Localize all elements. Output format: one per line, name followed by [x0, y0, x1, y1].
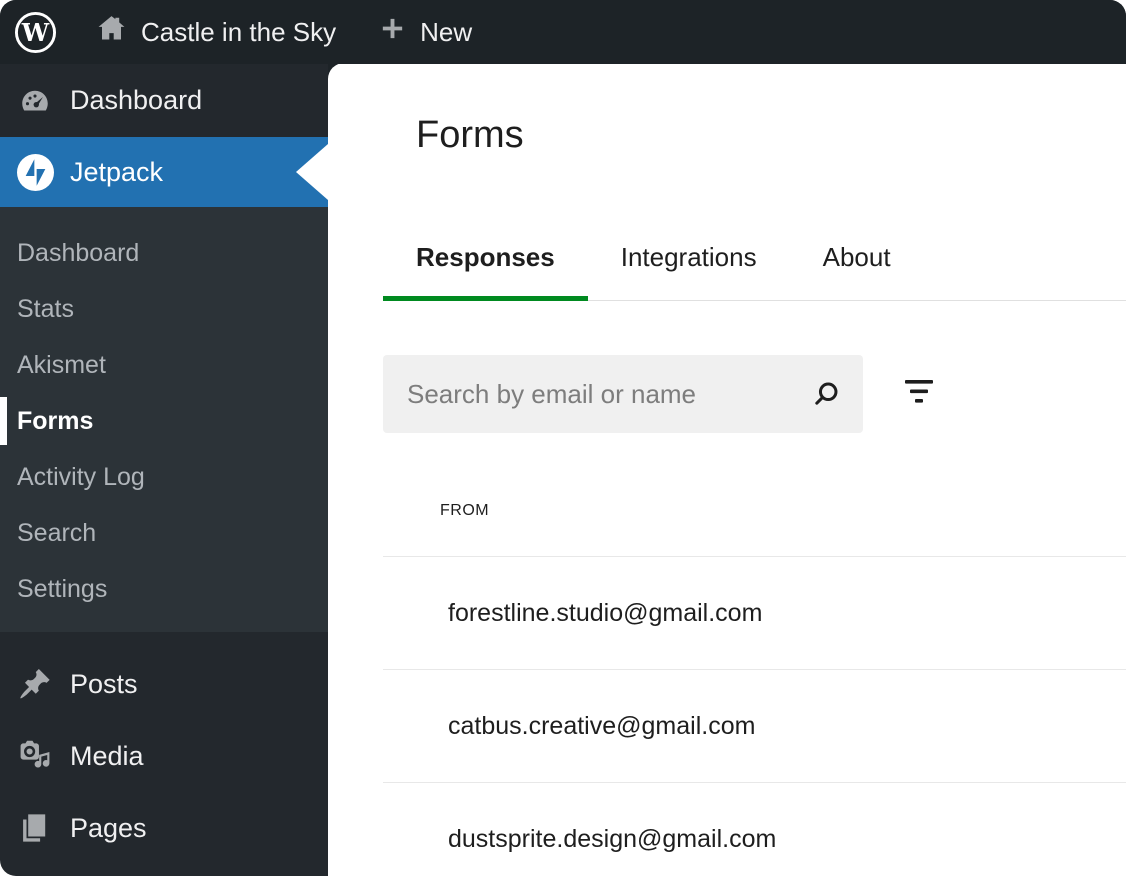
tab-bar: Responses Integrations About: [383, 218, 1126, 301]
submenu-item-akismet[interactable]: Akismet: [0, 337, 328, 393]
pushpin-icon: [0, 667, 70, 701]
sidebar-item-label: Pages: [70, 813, 147, 844]
filter-icon: [904, 379, 934, 409]
submenu-label: Activity Log: [17, 463, 145, 492]
sidebar-item-label: Posts: [70, 669, 138, 700]
search-icon[interactable]: [807, 375, 845, 418]
admin-sidebar: Dashboard Jetpack Dashboard Stats Akisme…: [0, 64, 328, 876]
stacked-pages-icon: [0, 811, 70, 845]
table-header-row: FROM: [383, 502, 1126, 557]
filter-button[interactable]: [898, 373, 940, 415]
jetpack-icon: [0, 154, 70, 191]
forms-page: Forms Responses Integrations About: [328, 63, 1126, 876]
table-row[interactable]: forestline.studio@gmail.com: [383, 557, 1126, 670]
submenu-item-forms[interactable]: Forms: [0, 393, 328, 449]
sidebar-item-jetpack[interactable]: Jetpack: [0, 137, 328, 207]
submenu-label: Dashboard: [17, 239, 139, 268]
table-row[interactable]: catbus.creative@gmail.com: [383, 670, 1126, 783]
search-box: [383, 355, 863, 433]
response-from-email: catbus.creative@gmail.com: [448, 712, 755, 741]
submenu-item-dashboard[interactable]: Dashboard: [0, 225, 328, 281]
sidebar-item-dashboard[interactable]: Dashboard: [0, 64, 328, 137]
responses-toolbar: [383, 355, 1126, 433]
submenu-label: Search: [17, 519, 96, 548]
page-title: Forms: [416, 116, 1126, 154]
submenu-label: Settings: [17, 575, 107, 604]
search-input[interactable]: [383, 355, 863, 433]
sidebar-item-pages[interactable]: Pages: [0, 792, 328, 864]
sidebar-item-posts[interactable]: Posts: [0, 648, 328, 720]
sidebar-item-label: Media: [70, 741, 144, 772]
submenu-label: Akismet: [17, 351, 106, 380]
response-from-email: dustsprite.design@gmail.com: [448, 825, 776, 854]
tab-about[interactable]: About: [790, 218, 924, 300]
admin-bar: W Castle in the Sky New: [0, 0, 1126, 64]
responses-table: FROM forestline.studio@gmail.com catbus.…: [383, 502, 1126, 876]
sidebar-item-label: Dashboard: [70, 85, 202, 116]
submenu-label: Stats: [17, 295, 74, 324]
tab-responses[interactable]: Responses: [383, 218, 588, 300]
dashboard-gauge-icon: [0, 84, 70, 118]
sidebar-group-content: Posts Media Pages: [0, 648, 328, 864]
sidebar-item-label: Jetpack: [70, 157, 163, 188]
tab-integrations[interactable]: Integrations: [588, 218, 790, 300]
new-label: New: [420, 17, 472, 48]
jetpack-submenu: Dashboard Stats Akismet Forms Activity L…: [0, 207, 328, 632]
camera-music-icon: [0, 738, 70, 774]
current-menu-arrow: [296, 144, 328, 200]
submenu-item-activity-log[interactable]: Activity Log: [0, 449, 328, 505]
table-row[interactable]: dustsprite.design@gmail.com: [383, 783, 1126, 876]
wordpress-admin-screen: W Castle in the Sky New: [0, 0, 1126, 876]
response-from-email: forestline.studio@gmail.com: [448, 599, 762, 628]
svg-text:W: W: [21, 17, 50, 46]
home-icon: [95, 12, 128, 52]
sidebar-item-media[interactable]: Media: [0, 720, 328, 792]
site-name-link[interactable]: Castle in the Sky: [95, 12, 336, 52]
wordpress-logo-icon[interactable]: W: [14, 11, 57, 54]
submenu-item-search[interactable]: Search: [0, 505, 328, 561]
submenu-item-settings[interactable]: Settings: [0, 561, 328, 617]
submenu-item-stats[interactable]: Stats: [0, 281, 328, 337]
plus-icon: [378, 14, 407, 50]
new-button[interactable]: New: [378, 14, 472, 50]
submenu-label: Forms: [17, 407, 93, 436]
column-header-from: FROM: [440, 502, 489, 519]
site-name: Castle in the Sky: [141, 17, 336, 48]
